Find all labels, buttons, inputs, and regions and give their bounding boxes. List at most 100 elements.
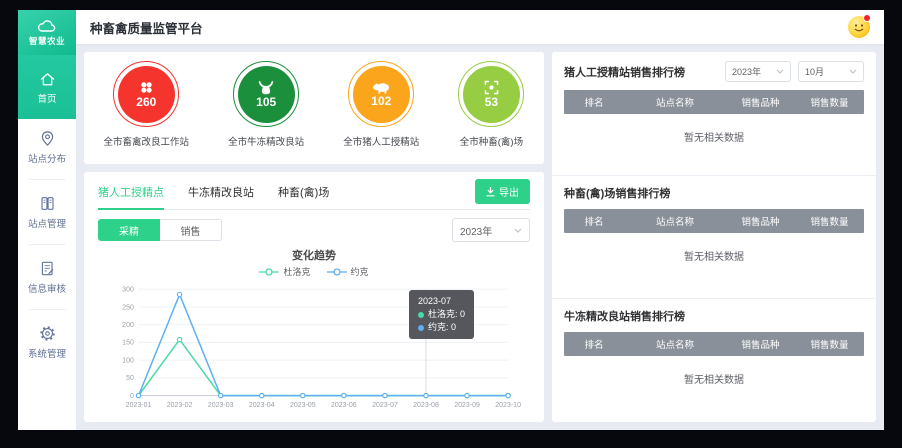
col-rank: 排名 — [564, 337, 624, 351]
year-select-value: 2023年 — [460, 223, 492, 238]
col-variety: 销售品种 — [726, 214, 795, 228]
sidebar: 智慧农业 首页 站点分布 站点管理 — [18, 10, 76, 430]
svg-text:2023-09: 2023-09 — [454, 402, 480, 409]
col-quantity: 销售数量 — [795, 337, 864, 351]
stat-value: 105 — [256, 96, 276, 109]
sidebar-item-label: 信息审核 — [28, 281, 66, 295]
year-select[interactable]: 2023年 — [452, 218, 530, 242]
sidebar-item-info-review[interactable]: 信息审核 — [18, 249, 76, 305]
svg-text:0: 0 — [130, 393, 134, 400]
stat-label: 全市牛冻精改良站 — [228, 134, 304, 148]
svg-text:2023-10: 2023-10 — [495, 402, 521, 409]
export-label: 导出 — [499, 184, 519, 199]
topbar: 种畜禽质量监管平台 — [76, 10, 884, 44]
col-site-name: 站点名称 — [624, 337, 726, 351]
ranking-month-value: 10月 — [805, 65, 824, 78]
panel-title: 牛冻精改良站销售排行榜 — [564, 308, 685, 324]
stat-improvement-workstations: 260 全市畜禽改良工作站 — [104, 61, 190, 148]
col-quantity: 销售数量 — [795, 95, 864, 109]
sidebar-item-system-management[interactable]: 系统管理 — [18, 314, 76, 370]
chevron-down-icon — [849, 69, 857, 74]
sidebar-item-label: 站点分布 — [28, 151, 66, 165]
sidebar-divider — [28, 309, 66, 310]
export-button[interactable]: 导出 — [475, 179, 530, 204]
svg-text:2023-03: 2023-03 — [208, 402, 234, 409]
gear-icon — [39, 325, 56, 342]
svg-text:2023-06: 2023-06 — [331, 402, 357, 409]
table-header: 排名 站点名称 销售品种 销售数量 — [564, 90, 864, 114]
clover-icon — [138, 79, 155, 96]
empty-state: 暂无相关数据 — [564, 129, 864, 144]
chart-title: 变化趋势 — [98, 247, 530, 263]
logo-text: 智慧农业 — [29, 35, 65, 47]
col-variety: 销售品种 — [726, 95, 795, 109]
focus-icon — [483, 79, 500, 96]
stat-label: 全市猪人工授精站 — [343, 134, 419, 148]
svg-text:2023-07: 2023-07 — [372, 402, 398, 409]
sidebar-item-site-distribution[interactable]: 站点分布 — [18, 119, 76, 175]
chevron-down-icon — [776, 69, 784, 74]
ranking-month-select[interactable]: 10月 — [798, 61, 864, 82]
stat-label: 全市畜禽改良工作站 — [104, 134, 190, 148]
chevron-down-icon — [514, 228, 522, 233]
sidebar-item-home[interactable]: 首页 — [18, 55, 76, 119]
empty-state: 暂无相关数据 — [564, 248, 864, 263]
stat-cattle-stations: 105 全市牛冻精改良站 — [228, 61, 304, 148]
table-header: 排名 站点名称 销售品种 销售数量 — [564, 209, 864, 233]
app-logo: 智慧农业 — [18, 10, 76, 55]
sidebar-item-label: 站点管理 — [28, 216, 66, 230]
tab-pig-ai-station[interactable]: 猪人工授精点 — [98, 184, 164, 200]
panel-filters: 2023年 10月 — [725, 61, 864, 82]
svg-text:150: 150 — [122, 340, 134, 347]
chart-tabbar: 猪人工授精点 牛冻精改良站 种畜(禽)场 导出 — [98, 180, 530, 210]
svg-text:50: 50 — [126, 375, 134, 382]
panel-breeding-farm-ranking: 种畜(禽)场销售排行榜 排名 站点名称 销售品种 销售数量 暂无相关数据 — [552, 175, 876, 299]
stat-value: 260 — [136, 96, 156, 109]
toggle-sales[interactable]: 销售 — [160, 219, 222, 241]
ranking-year-select[interactable]: 2023年 — [725, 61, 791, 82]
panel-title: 猪人工授精站销售排行榜 — [564, 64, 685, 80]
home-icon — [39, 71, 56, 87]
stat-pig-stations: 102 全市猪人工授精站 — [343, 61, 419, 148]
ledger-icon — [39, 195, 56, 212]
stat-label: 全市种畜(禽)场 — [460, 134, 523, 148]
smiley-face-icon — [848, 16, 870, 38]
svg-text:2023-01: 2023-01 — [126, 402, 152, 409]
sidebar-divider — [28, 244, 66, 245]
col-site-name: 站点名称 — [624, 214, 726, 228]
sidebar-item-site-management[interactable]: 站点管理 — [18, 184, 76, 240]
sidebar-item-label: 首页 — [37, 91, 56, 105]
app-window: 智慧农业 首页 站点分布 站点管理 — [18, 10, 884, 430]
chart-controls: 采精 销售 2023年 — [98, 218, 530, 242]
sidebar-divider — [28, 179, 66, 180]
stat-value: 53 — [485, 96, 498, 109]
legend-item[interactable]: 约克 — [327, 265, 369, 278]
sidebar-item-label: 系统管理 — [28, 346, 66, 360]
tab-breeding-farm[interactable]: 种畜(禽)场 — [278, 184, 329, 200]
col-quantity: 销售数量 — [795, 214, 864, 228]
tab-cattle-station[interactable]: 牛冻精改良站 — [188, 184, 254, 200]
panel-pig-ai-ranking: 猪人工授精站销售排行榜 2023年 10月 — [552, 52, 876, 175]
location-pin-icon — [39, 130, 56, 147]
user-avatar[interactable] — [848, 16, 870, 38]
cattle-icon — [257, 80, 275, 96]
chart-area: 变化趋势 杜洛克约克 0501001502002503002023-012023… — [98, 244, 530, 418]
col-site-name: 站点名称 — [624, 95, 726, 109]
svg-text:200: 200 — [122, 322, 134, 329]
main-area: 种畜禽质量监管平台 — [76, 10, 884, 430]
metric-toggle-group: 采精 销售 — [98, 219, 222, 241]
pig-icon — [372, 80, 391, 95]
col-variety: 销售品种 — [726, 337, 795, 351]
legend-item[interactable]: 杜洛克 — [259, 265, 310, 278]
toggle-semen-collection[interactable]: 采精 — [98, 219, 160, 241]
content: 260 全市畜禽改良工作站 105 全市牛冻精改良站 — [76, 44, 884, 430]
right-column: 猪人工授精站销售排行榜 2023年 10月 — [552, 52, 876, 422]
svg-text:100: 100 — [122, 357, 134, 364]
document-review-icon — [39, 260, 56, 277]
svg-text:2023-08: 2023-08 — [413, 402, 439, 409]
svg-text:300: 300 — [122, 287, 134, 294]
stat-breeding-farms: 53 全市种畜(禽)场 — [458, 61, 524, 148]
panel-cattle-station-ranking: 牛冻精改良站销售排行榜 排名 站点名称 销售品种 销售数量 暂无相关数据 — [552, 298, 876, 422]
col-rank: 排名 — [564, 214, 624, 228]
ranking-year-value: 2023年 — [732, 65, 761, 78]
